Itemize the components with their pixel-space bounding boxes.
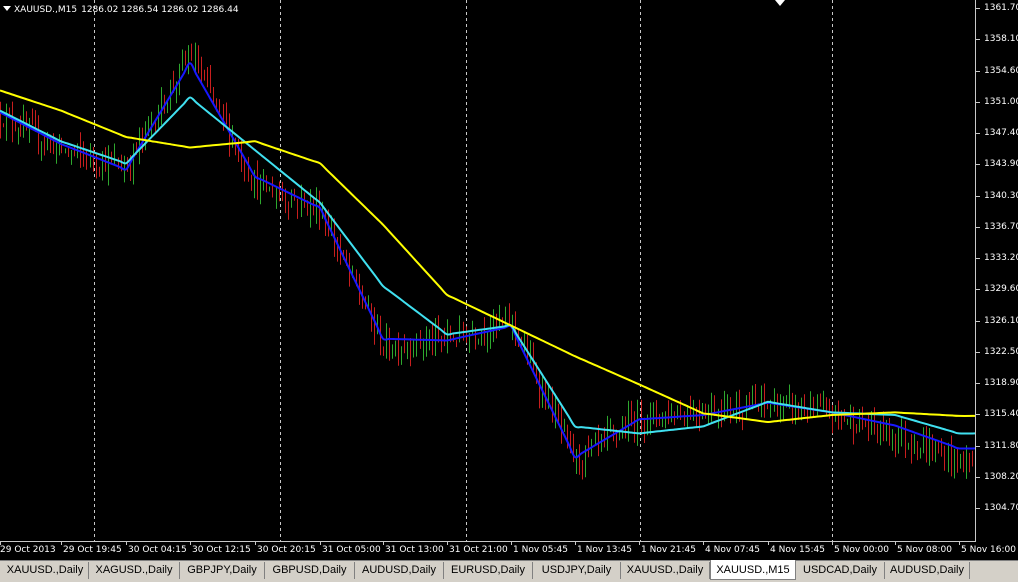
- price-chart-plot[interactable]: XAUUSD.,M15 1286.02 1286.54 1286.02 1286.…: [0, 0, 976, 542]
- tab-usdcad-daily[interactable]: USDCAD,Daily: [796, 562, 885, 579]
- time-tick: [959, 542, 960, 545]
- price-label: 1336.70: [984, 222, 1018, 232]
- chart-shift-marker-icon[interactable]: [775, 0, 785, 6]
- time-label: 5 Nov 16:00: [961, 545, 1016, 555]
- time-label: 31 Oct 21:00: [449, 545, 508, 555]
- price-tick: [976, 508, 980, 509]
- time-label: 5 Nov 00:00: [834, 545, 889, 555]
- time-label: 29 Oct 19:45: [63, 545, 122, 555]
- price-label: 1361.70: [984, 3, 1018, 13]
- tab-eurusd-daily[interactable]: EURUSD,Daily: [444, 562, 533, 579]
- price-tick: [976, 39, 980, 40]
- chart-svg: [0, 0, 975, 541]
- price-tick: [976, 289, 980, 290]
- time-label: 1 Nov 21:45: [641, 545, 696, 555]
- time-tick: [639, 542, 640, 545]
- price-label: 1315.40: [984, 409, 1018, 419]
- price-label: 1354.60: [984, 66, 1018, 76]
- chart-symbol: XAUUSD.,M15: [14, 5, 78, 15]
- time-tick: [255, 542, 256, 545]
- tab-audusd-daily[interactable]: AUDUSD,Daily: [885, 562, 970, 579]
- chart-ohlc: 1286.02 1286.54 1286.02 1286.44: [81, 5, 239, 15]
- time-label: 1 Nov 13:45: [577, 545, 632, 555]
- price-label: 1326.10: [984, 316, 1018, 326]
- ma-mid-line: [0, 96, 975, 435]
- time-tick: [768, 542, 769, 545]
- time-tick: [703, 542, 704, 545]
- price-tick: [976, 414, 980, 415]
- tab-xauusd-daily[interactable]: XAUUSD.,Daily: [2, 562, 89, 579]
- dropdown-triangle-icon[interactable]: [3, 6, 11, 11]
- time-label: 30 Oct 20:15: [257, 545, 316, 555]
- price-label: 1340.30: [984, 191, 1018, 201]
- tab-gbpjpy-daily[interactable]: GBPJPY,Daily: [180, 562, 265, 579]
- price-label: 1308.20: [984, 472, 1018, 482]
- tab-xauusd-daily[interactable]: XAUUSD.,Daily: [621, 562, 710, 579]
- price-tick: [976, 383, 980, 384]
- time-label: 31 Oct 05:00: [322, 545, 381, 555]
- price-label: 1304.70: [984, 503, 1018, 513]
- price-axis[interactable]: 1361.70 1358.10 1354.60 1351.00 1347.40 1343.…: [976, 0, 1018, 542]
- price-label: 1351.00: [984, 97, 1018, 107]
- price-tick: [976, 164, 980, 165]
- time-tick: [126, 542, 127, 545]
- tab-xauusd-m15[interactable]: XAUUSD.,M15: [710, 560, 796, 580]
- price-label: 1318.90: [984, 378, 1018, 388]
- ma-fast-line: [0, 62, 975, 459]
- tab-audusd-daily[interactable]: AUDUSD,Daily: [355, 562, 444, 579]
- price-label: 1322.50: [984, 347, 1018, 357]
- tab-usdjpy-daily[interactable]: USDJPY,Daily: [533, 562, 621, 579]
- price-tick: [976, 133, 980, 134]
- time-tick: [320, 542, 321, 545]
- price-label: 1343.90: [984, 159, 1018, 169]
- time-tick: [575, 542, 576, 545]
- time-label: 1 Nov 05:45: [513, 545, 568, 555]
- price-tick: [976, 8, 980, 9]
- time-tick: [511, 542, 512, 545]
- time-tick: [832, 542, 833, 545]
- time-label: 30 Oct 12:15: [192, 545, 251, 555]
- time-label: 4 Nov 07:45: [705, 545, 760, 555]
- time-label: 29 Oct 2013: [0, 545, 56, 555]
- price-tick: [976, 196, 980, 197]
- time-tick: [383, 542, 384, 545]
- price-tick: [976, 102, 980, 103]
- price-tick: [976, 227, 980, 228]
- time-label: 30 Oct 04:15: [128, 545, 187, 555]
- time-label: 4 Nov 15:45: [770, 545, 825, 555]
- price-label: 1329.60: [984, 284, 1018, 294]
- time-label: 31 Oct 13:00: [385, 545, 444, 555]
- chart-window[interactable]: XAUUSD.,M15 1286.02 1286.54 1286.02 1286.…: [0, 0, 1018, 560]
- tab-gbpusd-daily[interactable]: GBPUSD,Daily: [265, 562, 355, 579]
- chart-tab-bar: XAUUSD.,Daily XAGUSD.,Daily GBPJPY,Daily GB…: [0, 560, 1018, 582]
- price-tick: [976, 71, 980, 72]
- time-tick: [61, 542, 62, 545]
- price-tick: [976, 446, 980, 447]
- time-tick: [447, 542, 448, 545]
- price-tick: [976, 258, 980, 259]
- time-axis[interactable]: 29 Oct 2013 29 Oct 19:45 30 Oct 04:15 30 Oc…: [0, 542, 1016, 560]
- price-label: 1311.80: [984, 441, 1018, 451]
- price-tick: [976, 477, 980, 478]
- time-tick: [190, 542, 191, 545]
- price-tick: [976, 321, 980, 322]
- time-label: 5 Nov 08:00: [897, 545, 952, 555]
- price-label: 1358.10: [984, 34, 1018, 44]
- price-label: 1347.40: [984, 128, 1018, 138]
- ma-slow-line: [0, 89, 975, 424]
- price-label: 1333.20: [984, 253, 1018, 263]
- time-tick: [895, 542, 896, 545]
- price-tick: [976, 352, 980, 353]
- chart-header: XAUUSD.,M15 1286.02 1286.54 1286.02 1286.…: [3, 5, 239, 16]
- tab-xagusd-daily[interactable]: XAGUSD.,Daily: [89, 562, 180, 579]
